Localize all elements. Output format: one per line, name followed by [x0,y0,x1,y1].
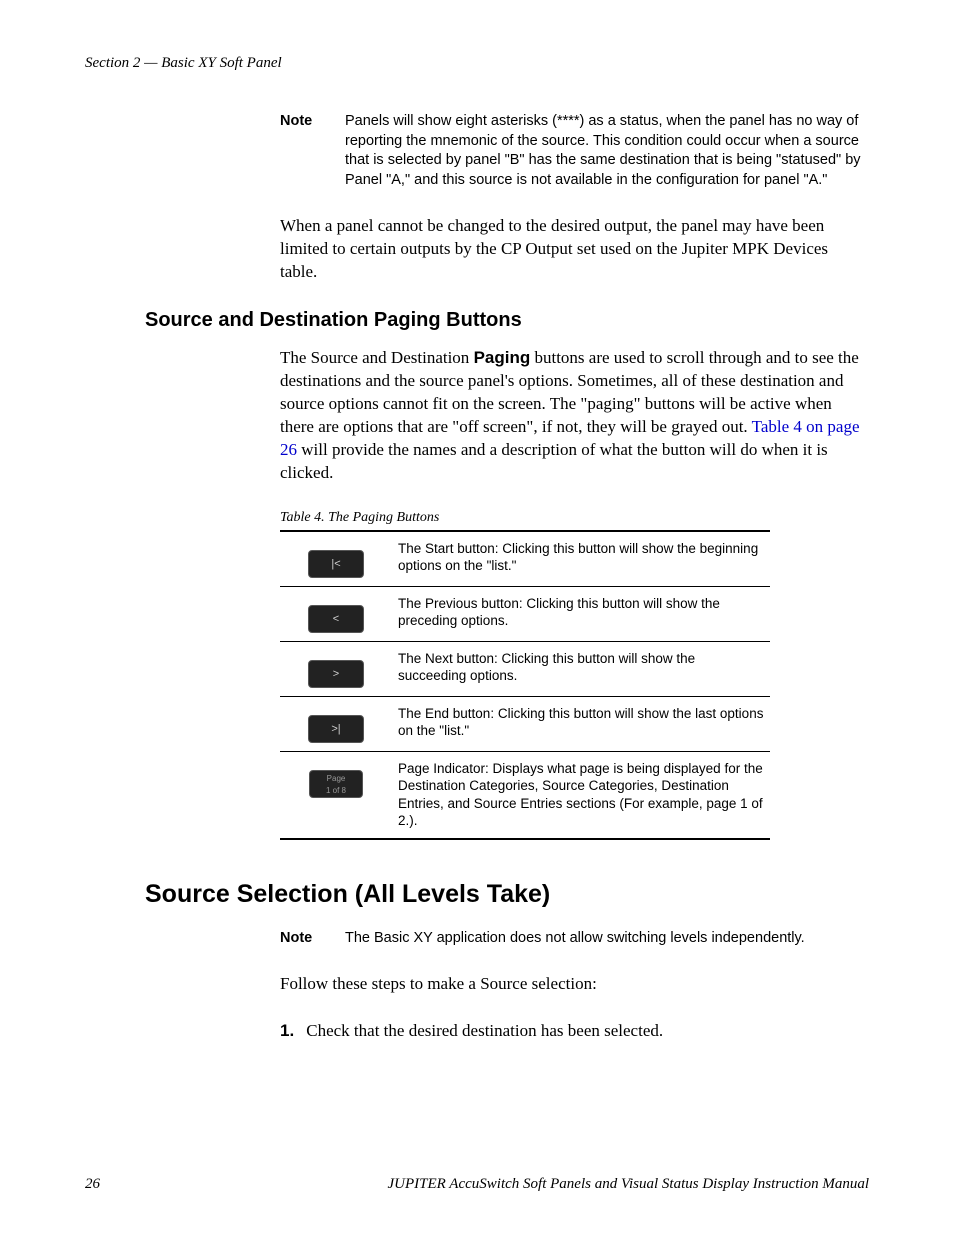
note-label: Note [280,112,345,190]
table-row: >| The End button: Clicking this button … [280,696,770,751]
table-row: Page1 of 8 Page Indicator: Displays what… [280,751,770,839]
start-button-icon: |< [308,550,364,578]
paragraph-paging-desc: The Source and Destination Paging button… [280,347,869,485]
step-text: Check that the desired destination has b… [306,1021,663,1040]
paragraph-follow-steps: Follow these steps to make a Source sele… [280,973,869,996]
step-1: 1. Check that the desired destination ha… [280,1021,869,1041]
section-header: Section 2 — Basic XY Soft Panel [85,55,869,72]
page-indicator-icon: Page1 of 8 [309,770,363,798]
heading-paging-buttons: Source and Destination Paging Buttons [145,309,869,332]
heading-source-selection: Source Selection (All Levels Take) [145,880,869,909]
page-indicator-desc: Page Indicator: Displays what page is be… [392,751,770,839]
end-button-icon: >| [308,715,364,743]
paging-buttons-table: |< The Start button: Clicking this butto… [280,530,770,840]
note-text: The Basic XY application does not allow … [345,929,869,949]
para-text: will provide the names and a description… [280,440,828,482]
note-text: Panels will show eight asterisks (****) … [345,112,869,190]
paging-bold: Paging [474,348,531,367]
start-button-desc: The Start button: Clicking this button w… [392,531,770,587]
note-levels: Note The Basic XY application does not a… [280,929,869,949]
table-row: < The Previous button: Clicking this but… [280,586,770,641]
note-label: Note [280,929,345,949]
page-number: 26 [85,1176,100,1193]
page-footer: 26 JUPITER AccuSwitch Soft Panels and Vi… [85,1176,869,1193]
next-button-desc: The Next button: Clicking this button wi… [392,641,770,696]
footer-title: JUPITER AccuSwitch Soft Panels and Visua… [388,1176,869,1193]
previous-button-icon: < [308,605,364,633]
table-caption: Table 4. The Paging Buttons [280,510,869,526]
end-button-desc: The End button: Clicking this button wil… [392,696,770,751]
previous-button-desc: The Previous button: Clicking this butto… [392,586,770,641]
next-button-icon: > [308,660,364,688]
table-row: > The Next button: Clicking this button … [280,641,770,696]
paragraph-panel-limit: When a panel cannot be changed to the de… [280,215,869,284]
note-asterisks: Note Panels will show eight asterisks (*… [280,112,869,190]
para-text: The Source and Destination [280,348,474,367]
table-row: |< The Start button: Clicking this butto… [280,531,770,587]
step-number: 1. [280,1021,302,1041]
